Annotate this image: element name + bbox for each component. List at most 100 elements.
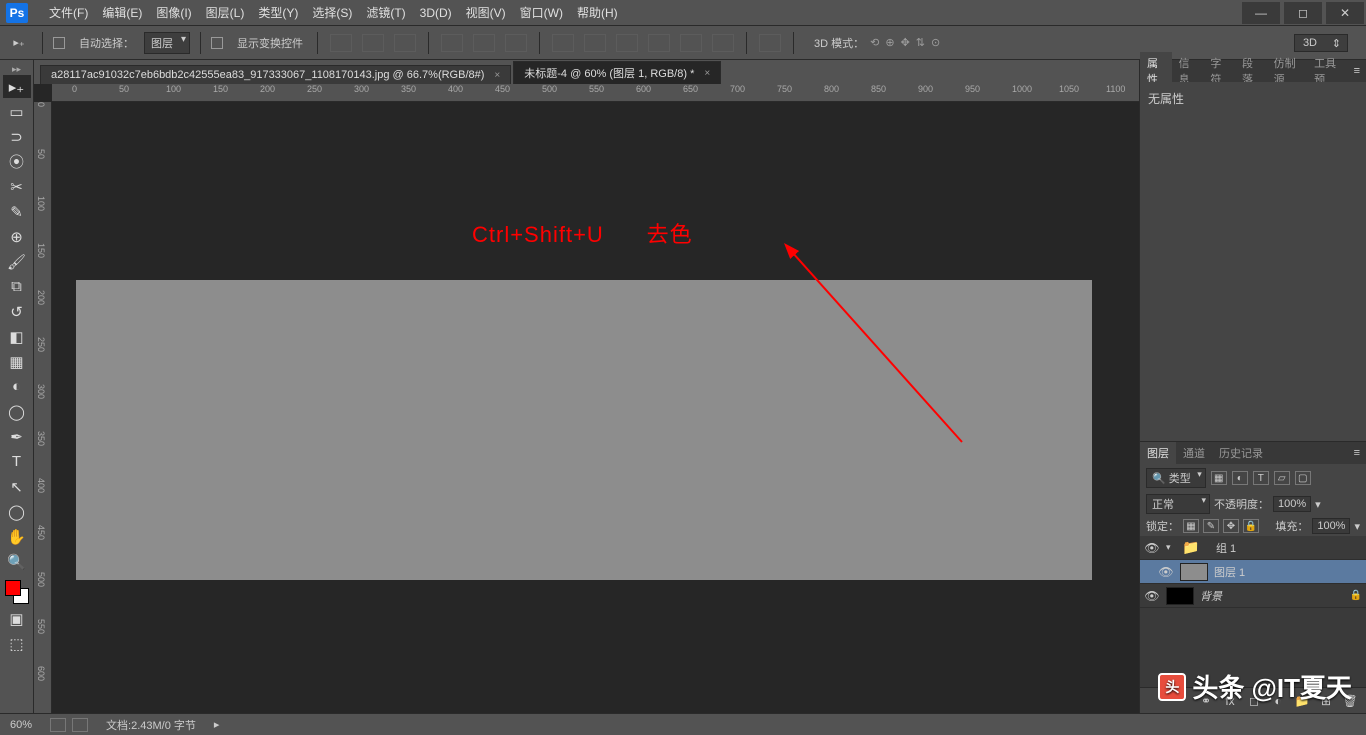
layer-filter-select[interactable]: 🔍 类型 — [1146, 468, 1206, 488]
panel-menu-icon[interactable]: ≡ — [1348, 65, 1366, 77]
pen-tool[interactable]: ✒ — [3, 425, 31, 448]
filter-type-icon[interactable]: T — [1253, 471, 1269, 485]
eraser-tool[interactable]: ◧ — [3, 325, 31, 348]
3d-slide-icon[interactable]: ⇅ — [916, 36, 925, 49]
quickmask-tool[interactable]: ▣ — [3, 607, 31, 630]
align-icon[interactable] — [394, 34, 416, 52]
stamp-tool[interactable]: ⧉ — [3, 275, 31, 298]
3d-roll-icon[interactable]: ⊕ — [885, 36, 894, 49]
3d-orbit-icon[interactable]: ⟲ — [870, 36, 879, 49]
3d-zoom-icon[interactable]: ⊙ — [931, 36, 940, 49]
menu-filter[interactable]: 滤镜(T) — [359, 4, 412, 21]
blur-tool[interactable]: ◐ — [3, 375, 31, 398]
foreground-swatch[interactable] — [5, 580, 21, 596]
tab-history[interactable]: 历史记录 — [1212, 442, 1270, 464]
screenmode-tool[interactable]: ⬚ — [3, 632, 31, 655]
horizontal-ruler[interactable]: 0501001502002503003504004505005506006507… — [52, 84, 1139, 102]
menu-file[interactable]: 文件(F) — [42, 4, 95, 21]
align-icon[interactable] — [505, 34, 527, 52]
menu-select[interactable]: 选择(S) — [305, 4, 359, 21]
close-icon[interactable]: × — [494, 70, 500, 81]
align-icon[interactable] — [473, 34, 495, 52]
brush-tool[interactable]: 🖌 — [3, 250, 31, 273]
menu-type[interactable]: 类型(Y) — [251, 4, 305, 21]
layer-background[interactable]: 👁 背景 🔒 — [1140, 584, 1366, 608]
marquee-tool[interactable]: ▭ — [3, 100, 31, 123]
filter-shape-icon[interactable]: ▱ — [1274, 471, 1290, 485]
color-swatches[interactable] — [3, 578, 31, 606]
distribute-icon[interactable] — [584, 34, 606, 52]
status-icon[interactable] — [72, 718, 88, 732]
shape-tool[interactable]: ◯ — [3, 500, 31, 523]
menu-window[interactable]: 窗口(W) — [513, 4, 570, 21]
distribute-icon[interactable] — [680, 34, 702, 52]
filter-adjust-icon[interactable]: ◐ — [1232, 471, 1248, 485]
group-toggle-icon[interactable]: ▾ — [1166, 542, 1176, 553]
doc-info-menu-icon[interactable]: ▸ — [214, 718, 220, 731]
filter-image-icon[interactable]: ▦ — [1211, 471, 1227, 485]
gradient-tool[interactable]: ▦ — [3, 350, 31, 373]
menu-edit[interactable]: 编辑(E) — [95, 4, 149, 21]
distribute-icon[interactable] — [552, 34, 574, 52]
layer-item[interactable]: 👁 图层 1 — [1140, 560, 1366, 584]
vertical-ruler[interactable]: 0501001502002503003504004505005506006507… — [34, 102, 52, 713]
show-transform-checkbox[interactable] — [211, 37, 223, 49]
eyedropper-tool[interactable]: ✎ — [3, 200, 31, 223]
opacity-value[interactable]: 100% — [1273, 496, 1311, 512]
layer-group[interactable]: 👁 ▾ 📁 组 1 — [1140, 536, 1366, 560]
workspace-select[interactable]: 3D — [1294, 34, 1348, 52]
hand-tool[interactable]: ✋ — [3, 525, 31, 548]
filter-smart-icon[interactable]: ▢ — [1295, 471, 1311, 485]
lock-brush-icon[interactable]: ✎ — [1203, 519, 1219, 533]
menu-image[interactable]: 图像(I) — [149, 4, 198, 21]
tab-layers[interactable]: 图层 — [1140, 442, 1176, 464]
zoom-tool[interactable]: 🔍 — [3, 550, 31, 573]
document-tab[interactable]: 未标题-4 @ 60% (图层 1, RGB/8) *× — [513, 61, 721, 84]
document-info[interactable]: 文档:2.43M/0 字节 — [106, 717, 196, 733]
document-tab[interactable]: a28117ac91032c7eb6bdb2c42555ea83_9173330… — [40, 65, 511, 84]
distribute-icon[interactable] — [712, 34, 734, 52]
canvas[interactable]: Ctrl+Shift+U 去色 — [52, 102, 1139, 713]
auto-select-checkbox[interactable] — [53, 37, 65, 49]
tab-channels[interactable]: 通道 — [1176, 442, 1212, 464]
heal-tool[interactable]: ⊕ — [3, 225, 31, 248]
visibility-icon[interactable]: 👁 — [1144, 541, 1160, 555]
align-icon[interactable] — [330, 34, 352, 52]
path-select-tool[interactable]: ↖ — [3, 475, 31, 498]
auto-align-icon[interactable] — [759, 34, 781, 52]
distribute-icon[interactable] — [648, 34, 670, 52]
history-brush-tool[interactable]: ↺ — [3, 300, 31, 323]
move-tool[interactable]: ▸₊ — [3, 75, 31, 98]
menu-view[interactable]: 视图(V) — [459, 4, 513, 21]
visibility-icon[interactable]: 👁 — [1144, 589, 1160, 603]
layer-thumbnail[interactable] — [1180, 563, 1208, 581]
window-maximize[interactable]: ◻ — [1284, 2, 1322, 24]
3d-pan-icon[interactable]: ✥ — [901, 36, 910, 49]
close-icon[interactable]: × — [704, 68, 710, 79]
menu-layer[interactable]: 图层(L) — [199, 4, 252, 21]
status-icon[interactable] — [50, 718, 66, 732]
panel-menu-icon[interactable]: ≡ — [1348, 447, 1366, 459]
visibility-icon[interactable]: 👁 — [1158, 565, 1174, 579]
crop-tool[interactable]: ✂ — [3, 175, 31, 198]
lasso-tool[interactable]: ⊃ — [3, 125, 31, 148]
move-tool-icon[interactable]: ▸₊ — [6, 32, 32, 54]
window-minimize[interactable]: — — [1242, 2, 1280, 24]
distribute-icon[interactable] — [616, 34, 638, 52]
align-icon[interactable] — [441, 34, 463, 52]
lock-pixels-icon[interactable]: ▦ — [1183, 519, 1199, 533]
menu-help[interactable]: 帮助(H) — [570, 4, 625, 21]
zoom-value[interactable]: 60% — [10, 719, 32, 731]
align-icon[interactable] — [362, 34, 384, 52]
quick-select-tool[interactable]: ⦿ — [3, 150, 31, 173]
layer-thumbnail[interactable] — [1166, 587, 1194, 605]
lock-position-icon[interactable]: ✥ — [1223, 519, 1239, 533]
dodge-tool[interactable]: ◯ — [3, 400, 31, 423]
fill-value[interactable]: 100% — [1312, 518, 1350, 534]
lock-all-icon[interactable]: 🔒 — [1243, 519, 1259, 533]
menu-3d[interactable]: 3D(D) — [413, 6, 459, 20]
blend-mode-select[interactable]: 正常 — [1146, 494, 1210, 514]
auto-select-target[interactable]: 图层 — [144, 32, 190, 54]
toolbar-expand[interactable]: ▸▸ — [2, 64, 32, 74]
window-close[interactable]: ✕ — [1326, 2, 1364, 24]
